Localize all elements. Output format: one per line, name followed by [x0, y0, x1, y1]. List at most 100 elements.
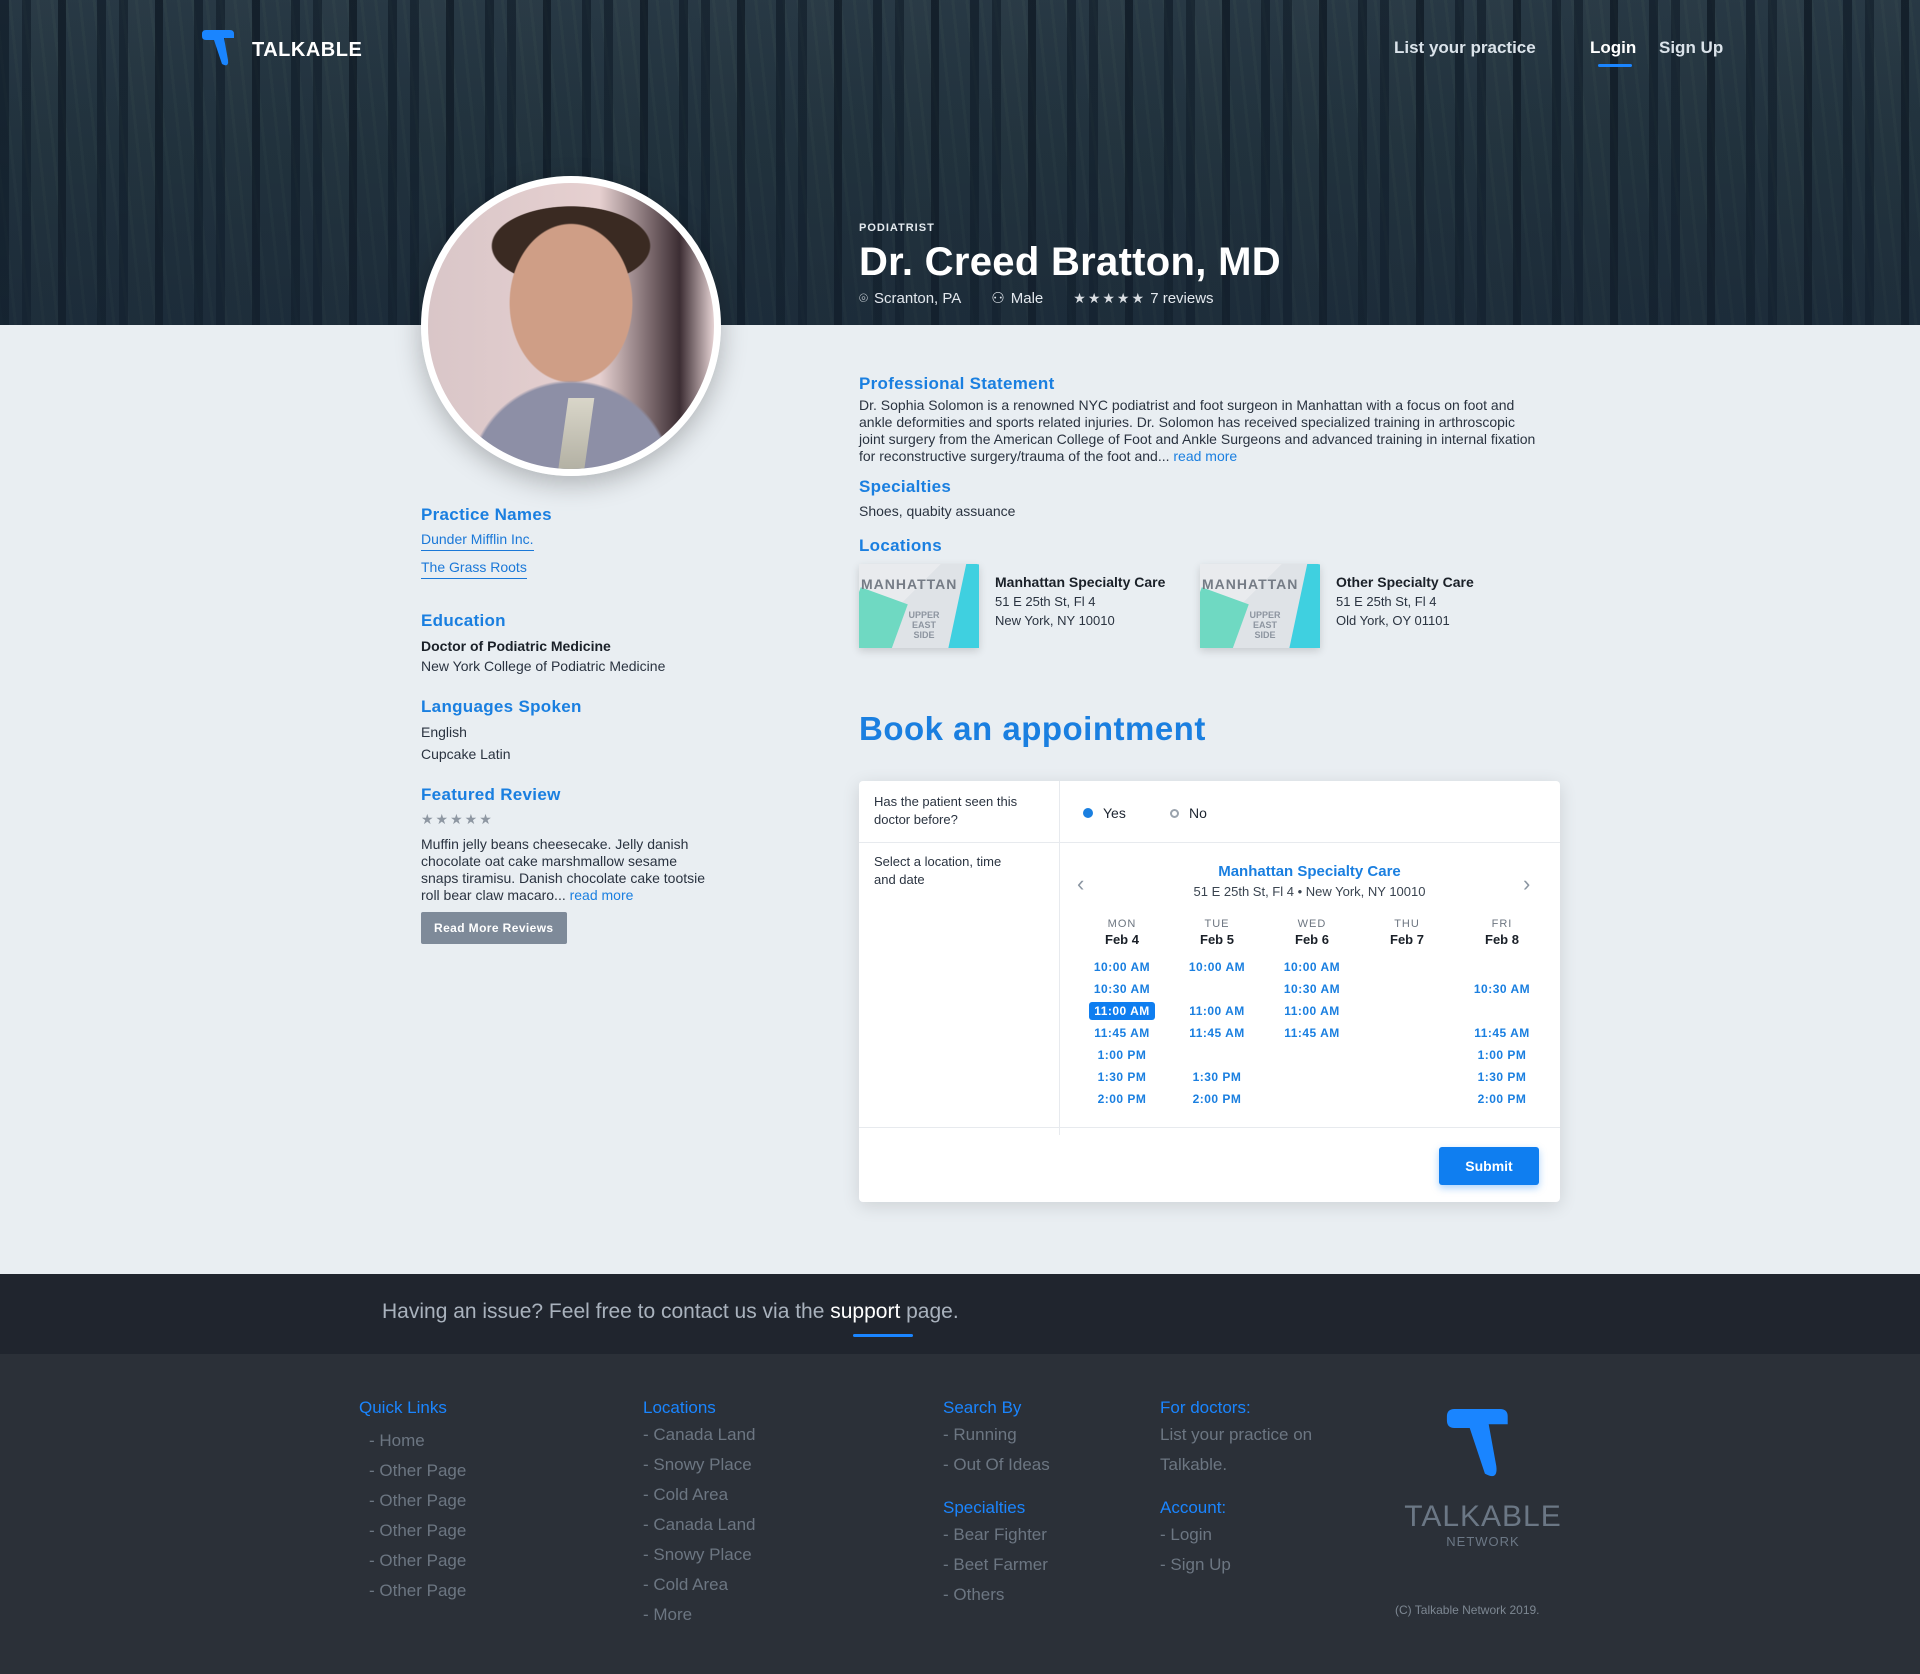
locations-title: Locations	[859, 536, 942, 555]
time-slot-label: 11:45 AM	[1474, 1026, 1530, 1040]
footer-doctors-text[interactable]: List your practice on	[1160, 1420, 1312, 1450]
footer-link[interactable]: - Cold Area	[643, 1570, 755, 1600]
time-slot[interactable]: 11:45 AM	[1177, 1026, 1257, 1040]
doctor-avatar	[421, 176, 721, 476]
day-date: Feb 5	[1200, 932, 1234, 947]
support-link[interactable]: support	[830, 1300, 900, 1323]
radio-yes[interactable]: Yes	[1083, 805, 1126, 821]
time-slot[interactable]: 10:00 AM	[1177, 960, 1257, 974]
radio-selected-icon	[1083, 808, 1093, 818]
map-label: MANHATTAN	[1202, 576, 1299, 592]
footer-quick-links: Quick Links - Home - Other Page - Other Pa…	[359, 1398, 466, 1606]
time-slot[interactable]: 1:30 PM	[1082, 1070, 1162, 1084]
calendar-location-name[interactable]: Manhattan Specialty Care	[1059, 863, 1560, 880]
footer-link[interactable]: - Canada Land	[643, 1420, 755, 1450]
time-slot[interactable]: 2:00 PM	[1082, 1092, 1162, 1106]
time-slot-label: 10:00 AM	[1093, 960, 1151, 974]
footer-link[interactable]: - Login	[1160, 1520, 1312, 1550]
time-slot-label: 11:00 AM	[1089, 1002, 1155, 1020]
footer-link[interactable]: - Cold Area	[643, 1480, 755, 1510]
doctor-rating[interactable]: ★★★★★ 7 reviews	[1073, 290, 1213, 307]
location-map: MANHATTAN UPPER EAST SIDE	[859, 564, 979, 648]
doctor-header: PODIATRIST Dr. Creed Bratton, MD ⌾ Scrant…	[859, 222, 1281, 307]
nav-list-practice[interactable]: List your practice	[1394, 38, 1536, 58]
footer-doctors-text[interactable]: Talkable.	[1160, 1450, 1312, 1480]
radio-no[interactable]: No	[1170, 805, 1207, 821]
location-card[interactable]: MANHATTAN UPPER EAST SIDE Other Specialty…	[1200, 564, 1539, 648]
time-slot[interactable]: 11:45 AM	[1272, 1026, 1352, 1040]
practice-link[interactable]: The Grass Roots	[421, 559, 527, 579]
day-of-week: FRI	[1491, 918, 1513, 930]
card-divider	[859, 1127, 1560, 1128]
time-slot[interactable]: 1:30 PM	[1177, 1070, 1257, 1084]
footer-link[interactable]: - Other Page	[369, 1576, 466, 1606]
footer-link[interactable]: - Snowy Place	[643, 1540, 755, 1570]
time-slot[interactable]: 11:00 AM	[1082, 1002, 1162, 1020]
time-slot[interactable]: 10:00 AM	[1272, 960, 1352, 974]
time-slot[interactable]: 11:00 AM	[1177, 1004, 1257, 1018]
footer-link[interactable]: - Other Page	[369, 1516, 466, 1546]
time-slot[interactable]: 2:00 PM	[1177, 1092, 1257, 1106]
time-slot[interactable]: 10:00 AM	[1082, 960, 1162, 974]
time-slot[interactable]: 1:30 PM	[1462, 1070, 1542, 1084]
review-text: Muffin jelly beans cheesecake. Jelly dan…	[421, 836, 716, 904]
review-count: 7 reviews	[1150, 289, 1214, 307]
nav-active-underline	[1598, 64, 1632, 67]
footer-heading: Account:	[1160, 1498, 1227, 1517]
footer-locations: Locations - Canada Land - Snowy Place - Co…	[643, 1398, 755, 1630]
time-slot[interactable]: 1:00 PM	[1462, 1048, 1542, 1062]
location-name: Manhattan Specialty Care	[995, 574, 1166, 590]
footer-link[interactable]: - Other Page	[369, 1486, 466, 1516]
footer-link[interactable]: - Running	[943, 1420, 1050, 1450]
talkable-logo-icon	[1446, 1409, 1508, 1477]
nav-signup[interactable]: Sign Up	[1659, 38, 1723, 58]
time-slot-label: 11:45 AM	[1189, 1026, 1245, 1040]
footer-link[interactable]: - Beet Farmer	[943, 1550, 1050, 1580]
statement-read-more-link[interactable]: read more	[1173, 448, 1237, 464]
time-slot[interactable]: 10:30 AM	[1462, 982, 1542, 996]
specialties-title: Specialties	[859, 477, 952, 496]
time-slot[interactable]: 2:00 PM	[1462, 1092, 1542, 1106]
time-slot-label: 10:30 AM	[1473, 982, 1531, 996]
time-slot[interactable]: 1:00 PM	[1082, 1048, 1162, 1062]
specialties-text: Shoes, quabity assuance	[859, 503, 1016, 519]
read-more-reviews-button[interactable]: Read More Reviews	[421, 912, 567, 944]
review-stars-icon: ★★★★★	[421, 811, 494, 827]
logo[interactable]: TALKABLE	[200, 30, 362, 70]
calendar-day: MON Feb 4	[1082, 918, 1162, 947]
footer-link[interactable]: - Others	[943, 1580, 1050, 1610]
time-slot[interactable]: 10:30 AM	[1272, 982, 1352, 996]
submit-button[interactable]: Submit	[1439, 1147, 1539, 1185]
time-slot[interactable]: 10:30 AM	[1082, 982, 1162, 996]
nav-login[interactable]: Login	[1590, 38, 1636, 58]
location-address: 51 E 25th St, Fl 4	[995, 594, 1096, 609]
time-slot-label: 11:00 AM	[1189, 1004, 1245, 1018]
footer-heading: For doctors:	[1160, 1398, 1251, 1417]
footer-link[interactable]: - Sign Up	[1160, 1550, 1312, 1580]
location-map: MANHATTAN UPPER EAST SIDE	[1200, 564, 1320, 648]
support-text: Having an issue? Feel free to contact us…	[382, 1300, 959, 1324]
review-read-more-link[interactable]: read more	[570, 887, 634, 903]
footer-link[interactable]: - Bear Fighter	[943, 1520, 1050, 1550]
footer-link[interactable]: - Other Page	[369, 1456, 466, 1486]
footer-link[interactable]: - Canada Land	[643, 1510, 755, 1540]
time-slot[interactable]: 11:00 AM	[1272, 1004, 1352, 1018]
language-item: English	[421, 724, 467, 740]
footer-link[interactable]: - Other Page	[369, 1546, 466, 1576]
footer-link[interactable]: - Out Of Ideas	[943, 1450, 1050, 1480]
footer-heading: Quick Links	[359, 1398, 447, 1417]
location-card[interactable]: MANHATTAN UPPER EAST SIDE Manhattan Speci…	[859, 564, 1198, 648]
calendar-location-address: 51 E 25th St, Fl 4 • New York, NY 10010	[1193, 884, 1426, 899]
practice-link[interactable]: Dunder Mifflin Inc.	[421, 531, 534, 551]
footer-link[interactable]: - Home	[369, 1426, 466, 1456]
chevron-left-icon[interactable]: ‹	[1077, 871, 1084, 897]
day-date: Feb 6	[1295, 932, 1329, 947]
time-slot[interactable]: 11:45 AM	[1082, 1026, 1162, 1040]
footer-link[interactable]: - More	[643, 1600, 755, 1630]
time-slot[interactable]: 11:45 AM	[1462, 1026, 1542, 1040]
doctor-location-text: Scranton, PA	[874, 289, 962, 307]
footer-brand-name: TALKABLE	[1404, 1500, 1562, 1533]
booking-card: Has the patient seen this doctor before?…	[859, 781, 1560, 1202]
footer-link[interactable]: - Snowy Place	[643, 1450, 755, 1480]
chevron-right-icon[interactable]: ›	[1523, 871, 1530, 897]
